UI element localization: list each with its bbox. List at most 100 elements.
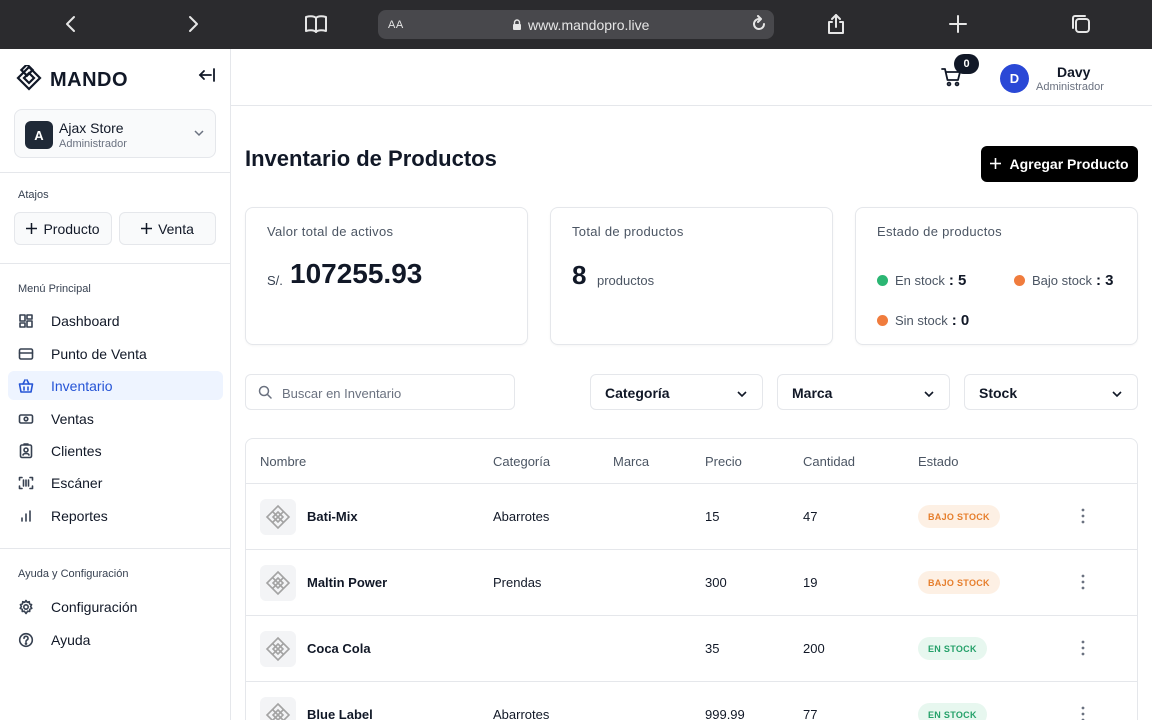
column-header-brand[interactable]: Marca: [613, 454, 649, 469]
shortcuts-label: Atajos: [18, 189, 49, 201]
stat-value: : 5: [948, 272, 967, 289]
sidebar-item-reportes[interactable]: Reportes: [8, 501, 223, 530]
sidebar-item-punto-de-venta[interactable]: Punto de Venta: [8, 339, 223, 368]
scan-icon: [18, 475, 34, 491]
table-header: Nombre Categoría Marca Precio Cantidad E…: [246, 439, 1137, 484]
sidebar-item-inventario[interactable]: Inventario: [8, 371, 223, 400]
product-price: 35: [705, 641, 720, 656]
shortcut-add-sale-button[interactable]: Venta: [119, 212, 216, 245]
product-quantity: 77: [803, 707, 818, 720]
product-category: Abarrotes: [493, 509, 550, 524]
sidebar-item-configuracion[interactable]: Configuración: [8, 592, 223, 621]
sidebar-item-label: Configuración: [51, 599, 138, 615]
stat-value: : 3: [1095, 272, 1114, 289]
help-section-label: Ayuda y Configuración: [18, 568, 129, 580]
filter-label: Stock: [979, 385, 1018, 401]
search-field[interactable]: [245, 374, 515, 410]
sidebar-item-clientes[interactable]: Clientes: [8, 436, 223, 465]
shortcut-add-product-button[interactable]: Producto: [14, 212, 112, 245]
product-image-icon: [260, 565, 296, 601]
stock-filter[interactable]: Stock: [964, 374, 1138, 410]
sidebar-item-escaner[interactable]: Escáner: [8, 468, 223, 497]
search-icon: [258, 385, 272, 404]
column-header-quantity[interactable]: Cantidad: [803, 454, 855, 469]
column-header-status[interactable]: Estado: [918, 454, 958, 469]
address-bar[interactable]: AA www.mandopro.live: [378, 10, 774, 39]
product-image-icon: [260, 697, 296, 720]
store-name: Ajax Store: [59, 120, 124, 136]
product-image-icon: [260, 499, 296, 535]
sidebar-item-label: Ayuda: [51, 632, 91, 648]
collapse-sidebar-icon[interactable]: [198, 67, 216, 88]
more-options-icon[interactable]: [1080, 639, 1086, 662]
in-stock-stat: En stock : 5: [877, 272, 966, 289]
plus-icon: [141, 221, 153, 237]
table-row[interactable]: Coca Cola 35 200 EN STOCK: [246, 616, 1137, 682]
reload-icon[interactable]: [750, 15, 768, 38]
filter-label: Marca: [792, 385, 833, 401]
no-stock-stat: Sin stock : 0: [877, 312, 969, 329]
filter-label: Categoría: [605, 385, 670, 401]
main-content: Inventario de Productos Agregar Producto…: [231, 106, 1152, 720]
share-icon[interactable]: [821, 9, 851, 39]
more-options-icon[interactable]: [1080, 705, 1086, 720]
top-bar: 0 D Davy Administrador: [231, 49, 1152, 106]
table-row[interactable]: Maltin Power Prendas 300 19 BAJO STOCK: [246, 550, 1137, 616]
total-assets-value: 107255.93: [290, 258, 423, 289]
mando-logo-icon: [16, 62, 42, 96]
sidebar-item-label: Reportes: [51, 508, 108, 524]
brand-name: MANDO: [50, 69, 129, 91]
forward-icon[interactable]: [178, 9, 208, 39]
bookmarks-icon[interactable]: [301, 9, 331, 39]
table-row[interactable]: Bati-Mix Abarrotes 15 47 BAJO STOCK: [246, 484, 1137, 550]
sidebar-item-label: Punto de Venta: [51, 346, 147, 362]
brand-filter[interactable]: Marca: [777, 374, 950, 410]
more-options-icon[interactable]: [1080, 573, 1086, 596]
column-header-category[interactable]: Categoría: [493, 454, 550, 469]
search-input[interactable]: [282, 382, 502, 404]
url-text: www.mandopro.live: [528, 17, 650, 33]
card-title: Valor total de activos: [267, 224, 394, 239]
tabs-overview-icon[interactable]: [1066, 9, 1096, 39]
product-status-card: Estado de productos En stock : 5 Bajo st…: [855, 207, 1138, 345]
currency-label: S/.: [267, 273, 283, 288]
help-circle-icon: [18, 632, 34, 648]
product-quantity: 200: [803, 641, 825, 656]
sidebar: MANDO A Ajax Store Administrador Atajos …: [0, 49, 231, 720]
credit-card-icon: [18, 346, 34, 362]
plus-icon: [26, 221, 38, 237]
stat-label: En stock: [895, 273, 945, 288]
new-tab-icon[interactable]: [943, 9, 973, 39]
back-icon[interactable]: [56, 9, 86, 39]
avatar[interactable]: D: [1000, 64, 1029, 93]
sidebar-item-label: Escáner: [51, 475, 103, 491]
basket-icon: [18, 378, 34, 394]
add-product-button[interactable]: Agregar Producto: [981, 146, 1138, 182]
sidebar-item-ayuda[interactable]: Ayuda: [8, 625, 223, 654]
card-title: Estado de productos: [877, 224, 1002, 239]
sidebar-item-ventas[interactable]: Ventas: [8, 404, 223, 433]
store-selector[interactable]: A Ajax Store Administrador: [14, 109, 216, 158]
stat-value: : 0: [951, 312, 970, 329]
card-title: Total de productos: [572, 224, 684, 239]
stat-label: Bajo stock: [1032, 273, 1092, 288]
user-name[interactable]: Davy: [1057, 64, 1090, 80]
more-options-icon[interactable]: [1080, 507, 1086, 530]
category-filter[interactable]: Categoría: [590, 374, 763, 410]
reader-mode-button[interactable]: AA: [388, 19, 404, 31]
store-role: Administrador: [59, 138, 127, 150]
column-header-name[interactable]: Nombre: [260, 454, 306, 469]
add-product-label: Agregar Producto: [1009, 156, 1129, 172]
browser-toolbar: AA www.mandopro.live: [0, 0, 1152, 49]
page-title: Inventario de Productos: [245, 146, 497, 171]
product-image-icon: [260, 631, 296, 667]
status-badge: EN STOCK: [918, 637, 987, 660]
column-header-price[interactable]: Precio: [705, 454, 742, 469]
sidebar-item-label: Dashboard: [51, 313, 120, 329]
inventory-table: Nombre Categoría Marca Precio Cantidad E…: [245, 438, 1138, 720]
logo[interactable]: MANDO: [16, 62, 129, 96]
table-row[interactable]: Blue Label Abarrotes 999.99 77 EN STOCK: [246, 682, 1137, 720]
sidebar-item-dashboard[interactable]: Dashboard: [8, 306, 223, 335]
product-name: Maltin Power: [307, 575, 388, 590]
in-stock-dot: [877, 275, 888, 286]
